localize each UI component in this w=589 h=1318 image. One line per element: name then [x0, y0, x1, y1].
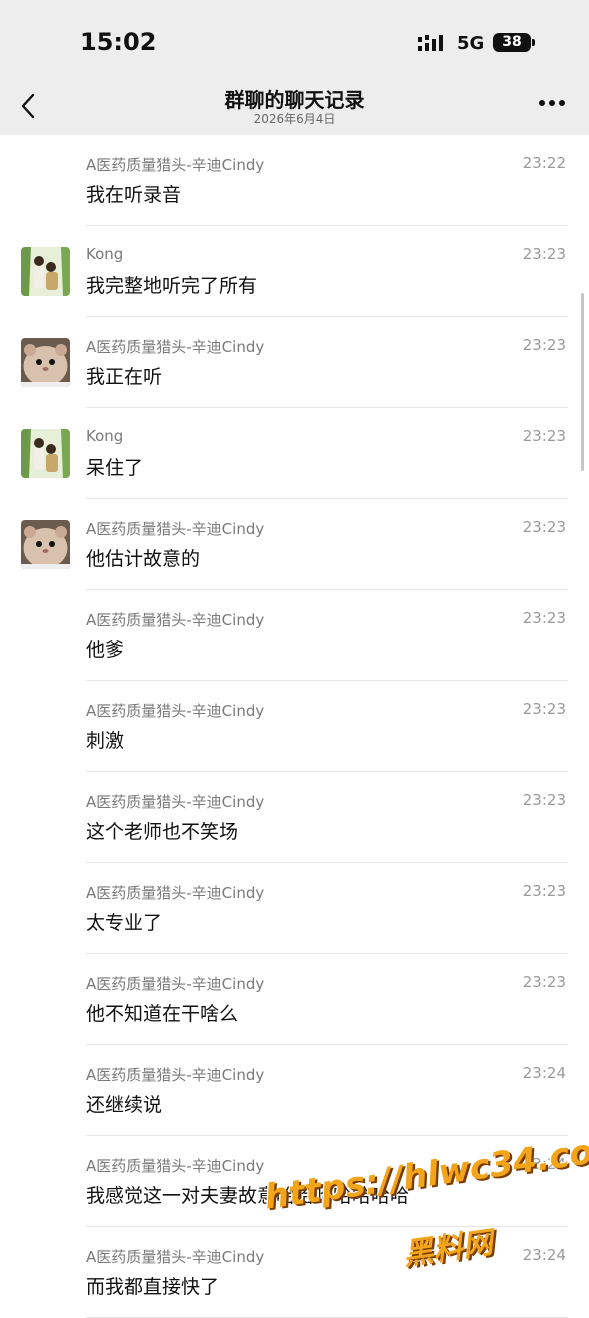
message-text: 刺激 [86, 730, 125, 752]
message-item: A医药质量猎头-辛迪Cindy 23:23 他爹 [0, 590, 589, 681]
avatar[interactable] [21, 429, 70, 478]
sender-name: A医药质量猎头-辛迪Cindy [86, 1066, 265, 1084]
sender-name: Kong [86, 427, 124, 445]
sender-name: A医药质量猎头-辛迪Cindy [86, 1248, 265, 1266]
message-time: 23:23 [522, 882, 566, 900]
status-bar: 15:02 5G 38 [0, 0, 589, 80]
battery-icon: 38 [493, 33, 531, 52]
message-text: 他爹 [86, 639, 125, 661]
message-item: Kong 23:23 我完整地听完了所有 [0, 226, 589, 317]
message-item: A医药质量猎头-辛迪Cindy 23:24 而我都直接快了 [0, 1227, 589, 1318]
message-item: A医药质量猎头-辛迪Cindy 23:24 还继续说 [0, 1045, 589, 1136]
message-text: 我正在听 [86, 366, 163, 388]
message-time: 23:24 [522, 1155, 566, 1173]
sender-name: A医药质量猎头-辛迪Cindy [86, 1157, 265, 1175]
sender-name: A医药质量猎头-辛迪Cindy [86, 156, 265, 174]
message-item: A医药质量猎头-辛迪Cindy 23:23 他估计故意的 [0, 499, 589, 590]
sender-name: A医药质量猎头-辛迪Cindy [86, 975, 265, 993]
message-time: 23:24 [522, 1246, 566, 1264]
message-time: 23:23 [522, 609, 566, 627]
page-title: 群聊的聊天记录 [224, 88, 365, 112]
message-text: 太专业了 [86, 912, 163, 934]
message-text: 他估计故意的 [86, 548, 201, 570]
avatar[interactable] [21, 247, 70, 296]
cellular-signal-icon [418, 35, 443, 51]
message-item: A医药质量猎头-辛迪Cindy 23:23 他不知道在干啥么 [0, 954, 589, 1045]
message-text: 这个老师也不笑场 [86, 821, 239, 843]
message-time: 23:22 [522, 154, 566, 172]
page-subtitle: 2026年6月4日 [253, 112, 336, 126]
message-time: 23:24 [522, 1064, 566, 1082]
avatar[interactable] [21, 338, 70, 387]
status-time: 15:02 [80, 28, 157, 56]
message-text: 我完整地听完了所有 [86, 275, 258, 297]
message-time: 23:23 [522, 245, 566, 263]
message-list: A医药质量猎头-辛迪Cindy 23:22 我在听录音 Kong 23:23 我完整地听完… [0, 135, 589, 1318]
message-time: 23:23 [522, 336, 566, 354]
message-item: A医药质量猎头-辛迪Cindy 23:22 我在听录音 [0, 135, 589, 226]
message-item: A医药质量猎头-辛迪Cindy 23:23 我正在听 [0, 317, 589, 408]
message-time: 23:23 [522, 427, 566, 445]
sender-name: A医药质量猎头-辛迪Cindy [86, 338, 265, 356]
message-text: 我感觉这一对夫妻故意哈哈哈哈哈哈哈 [86, 1185, 410, 1207]
sender-name: A医药质量猎头-辛迪Cindy [86, 702, 265, 720]
message-item: A医药质量猎头-辛迪Cindy 23:23 这个老师也不笑场 [0, 772, 589, 863]
sender-name: Kong [86, 245, 124, 263]
message-item: A医药质量猎头-辛迪Cindy 23:23 刺激 [0, 681, 589, 772]
battery-level: 38 [502, 34, 522, 50]
message-item: A医药质量猎头-辛迪Cindy 23:23 太专业了 [0, 863, 589, 954]
more-options-icon[interactable] [538, 99, 566, 107]
navigation-bar: 群聊的聊天记录 2026年6月4日 [0, 78, 589, 135]
message-item: Kong 23:23 呆住了 [0, 408, 589, 499]
message-text: 而我都直接快了 [86, 1276, 220, 1298]
message-text: 还继续说 [86, 1094, 163, 1116]
avatar[interactable] [21, 520, 70, 569]
scrollbar[interactable] [581, 293, 584, 471]
message-time: 23:23 [522, 791, 566, 809]
message-text: 呆住了 [86, 457, 144, 479]
battery-tip [532, 39, 535, 46]
message-time: 23:23 [522, 973, 566, 991]
message-text: 他不知道在干啥么 [86, 1003, 239, 1025]
sender-name: A医药质量猎头-辛迪Cindy [86, 793, 265, 811]
network-type: 5G [457, 33, 485, 54]
message-time: 23:23 [522, 518, 566, 536]
message-text: 我在听录音 [86, 184, 182, 206]
message-item: A医药质量猎头-辛迪Cindy 23:24 我感觉这一对夫妻故意哈哈哈哈哈哈哈 [0, 1136, 589, 1227]
sender-name: A医药质量猎头-辛迪Cindy [86, 611, 265, 629]
message-time: 23:23 [522, 700, 566, 718]
sender-name: A医药质量猎头-辛迪Cindy [86, 884, 265, 902]
sender-name: A医药质量猎头-辛迪Cindy [86, 520, 265, 538]
